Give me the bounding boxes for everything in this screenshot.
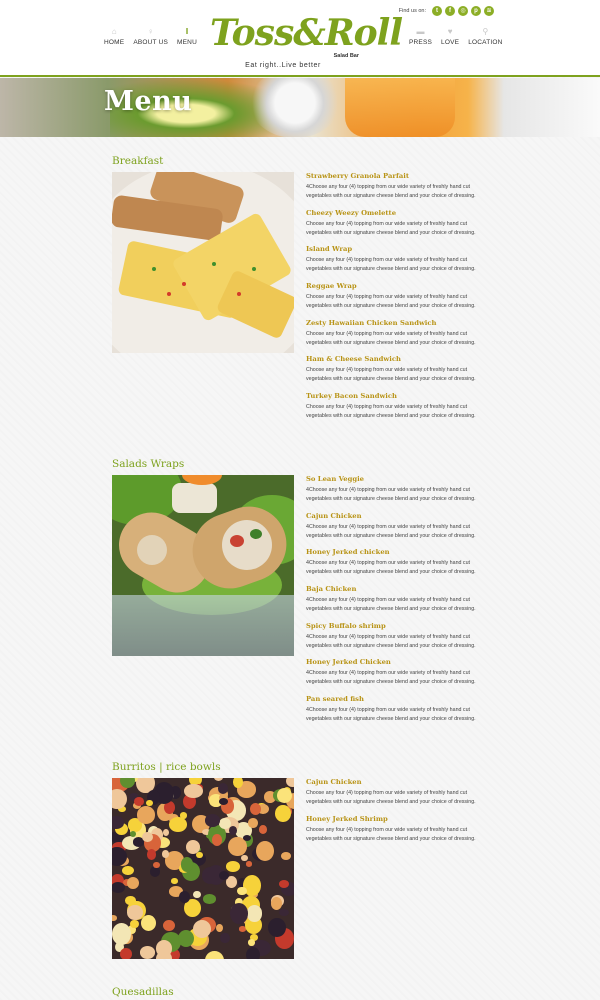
menu-item-description: Choose any four (4) topping from our wid… bbox=[306, 257, 476, 273]
menu-item-name[interactable]: Honey Jerked Chicken bbox=[306, 658, 496, 667]
menu-item-name[interactable]: Island Wrap bbox=[306, 245, 496, 254]
nav-right: ▬ PRESS ♥ LOVE ⚲ LOCATION bbox=[409, 26, 503, 46]
menu-item-name[interactable]: Reggae Wrap bbox=[306, 282, 496, 291]
nav-home-label: HOME bbox=[104, 39, 125, 46]
chat-icon: ▬ bbox=[416, 27, 425, 36]
section-title: Salads Wraps bbox=[112, 458, 185, 470]
menu-item-name[interactable]: Honey Jerked Shrimp bbox=[306, 815, 496, 824]
menu-item-name[interactable]: Baja Chicken bbox=[306, 585, 496, 594]
menu-item: Strawberry Granola Parfait 4Choose any fo… bbox=[306, 172, 496, 209]
pinterest-icon[interactable]: p bbox=[471, 6, 481, 16]
nav-love[interactable]: ♥ LOVE bbox=[441, 26, 459, 46]
nav-menu[interactable]: ǁ MENU bbox=[177, 26, 197, 46]
nav-press-label: PRESS bbox=[409, 39, 433, 46]
menu-item-name[interactable]: Cajun Chicken bbox=[306, 512, 496, 521]
nav-love-label: LOVE bbox=[441, 39, 460, 46]
nav-press[interactable]: ▬ PRESS bbox=[409, 26, 432, 46]
section-title-quesadillas: Quesadillas bbox=[112, 986, 174, 998]
site-header: ⌂ HOME ♀ ABOUT US ǁ MENU Toss&Roll Salad… bbox=[0, 0, 600, 77]
menu-item: Cajun Chicken Choose any four (4) topping… bbox=[306, 778, 496, 815]
menu-item-description: 4Choose any four (4) topping from our wi… bbox=[306, 523, 476, 539]
logo-script: Toss&Roll bbox=[210, 12, 403, 54]
menu-item-name[interactable]: So Lean Veggie bbox=[306, 475, 496, 484]
menu-item: Honey Jerked chicken 4Choose any four (4)… bbox=[306, 548, 496, 585]
section-salads-wraps: Salads Wraps So Lean Veggie 4Choose any f… bbox=[112, 457, 492, 722]
section-title: Burritos | rice bowls bbox=[112, 761, 221, 773]
breakfast-photo bbox=[112, 172, 294, 353]
menu-item: Spicy Buffalo shrimp 4Choose any four (4)… bbox=[306, 622, 496, 659]
menu-item-description: 4Choose any four (4) topping from our wi… bbox=[306, 670, 476, 686]
menu-item: Ham & Cheese Sandwich Choose any four (4)… bbox=[306, 355, 496, 392]
nav-location-label: LOCATION bbox=[468, 39, 503, 46]
burritos-photo bbox=[112, 778, 294, 959]
menu-item-description: 4Choose any four (4) topping from our wi… bbox=[306, 633, 476, 649]
heart-icon: ♥ bbox=[447, 27, 453, 36]
page-banner: Menu bbox=[0, 78, 600, 137]
menu-item-name[interactable]: Turkey Bacon Sandwich bbox=[306, 392, 496, 401]
logo-subtitle: Salad Bar bbox=[333, 53, 359, 59]
menu-item-description: Choose any four (4) topping from our wid… bbox=[306, 367, 476, 383]
section-burritos-rice-bowls: Burritos | rice bowls Cajun Chicken Choos… bbox=[112, 760, 492, 959]
menu-item-description: 4Choose any four (4) topping from our wi… bbox=[306, 184, 476, 199]
menu-item-description: Choose any four (4) topping from our wid… bbox=[306, 294, 476, 310]
menu-item: Cajun Chicken 4Choose any four (4) toppin… bbox=[306, 512, 496, 549]
person-icon: ♀ bbox=[147, 27, 154, 36]
menu-item: Reggae Wrap Choose any four (4) topping f… bbox=[306, 282, 496, 319]
instagram-icon[interactable]: ◎ bbox=[458, 6, 468, 16]
menu-item-name[interactable]: Strawberry Granola Parfait bbox=[306, 172, 496, 181]
rss-icon[interactable]: ≋ bbox=[484, 6, 494, 16]
menu-item-name[interactable]: Pan seared fish bbox=[306, 695, 496, 704]
find-us: Find us on: t f ◎ p ≋ bbox=[399, 6, 494, 16]
menu-item-description: Choose any four (4) topping from our wid… bbox=[306, 220, 476, 236]
nav-location[interactable]: ⚲ LOCATION bbox=[468, 26, 502, 46]
nav-home[interactable]: ⌂ HOME bbox=[104, 26, 124, 46]
nav-left: ⌂ HOME ♀ ABOUT US ǁ MENU bbox=[104, 26, 197, 46]
fork-knife-icon: ǁ bbox=[185, 27, 189, 36]
menu-item: Cheezy Weezy Omelette Choose any four (4)… bbox=[306, 209, 496, 246]
menu-item-name[interactable]: Zesty Hawaiian Chicken Sandwich bbox=[306, 319, 496, 328]
facebook-icon[interactable]: f bbox=[445, 6, 455, 16]
salads-wraps-item-list: So Lean Veggie 4Choose any four (4) toppi… bbox=[306, 475, 496, 732]
nav-about-us-label: ABOUT US bbox=[133, 39, 169, 46]
menu-item-description: Choose any four (4) topping from our wid… bbox=[306, 790, 476, 805]
salads-wraps-photo bbox=[112, 475, 294, 656]
house-icon: ⌂ bbox=[111, 27, 117, 36]
menu-item: Island Wrap Choose any four (4) topping f… bbox=[306, 245, 496, 282]
menu-item-name[interactable]: Cheezy Weezy Omelette bbox=[306, 209, 496, 218]
menu-item-name[interactable]: Spicy Buffalo shrimp bbox=[306, 622, 496, 631]
menu-item: Zesty Hawaiian Chicken Sandwich Choose an… bbox=[306, 319, 496, 356]
menu-item: Baja Chicken 4Choose any four (4) topping… bbox=[306, 585, 496, 622]
menu-item-name[interactable]: Honey Jerked chicken bbox=[306, 548, 496, 557]
breakfast-item-list: Strawberry Granola Parfait 4Choose any fo… bbox=[306, 172, 496, 429]
page-title: Menu bbox=[104, 86, 193, 117]
menu-item: Turkey Bacon Sandwich Choose any four (4)… bbox=[306, 392, 496, 429]
menu-item: So Lean Veggie 4Choose any four (4) toppi… bbox=[306, 475, 496, 512]
menu-item: Honey Jerked Chicken 4Choose any four (4)… bbox=[306, 658, 496, 695]
menu-item-description: 4Choose any four (4) topping from our wi… bbox=[306, 597, 476, 613]
site-logo[interactable]: Toss&Roll Salad Bar Eat right..Live bett… bbox=[208, 12, 403, 74]
section-breakfast: Breakfast Strawberry Granola Parfait 4Cho… bbox=[112, 154, 492, 419]
menu-item-description: Choose any four (4) topping from our wid… bbox=[306, 826, 476, 842]
menu-item-description: 4Choose any four (4) topping from our wi… bbox=[306, 487, 476, 502]
banner-drink-image bbox=[345, 78, 455, 137]
logo-tagline: Eat right..Live better bbox=[245, 62, 321, 69]
menu-item-description: 4Choose any four (4) topping from our wi… bbox=[306, 707, 476, 723]
find-us-label: Find us on: bbox=[398, 8, 426, 14]
menu-item-name[interactable]: Ham & Cheese Sandwich bbox=[306, 355, 496, 364]
menu-item-name[interactable]: Cajun Chicken bbox=[306, 778, 496, 787]
nav-about-us[interactable]: ♀ ABOUT US bbox=[133, 26, 168, 46]
menu-item-description: Choose any four (4) topping from our wid… bbox=[306, 404, 476, 420]
menu-item-description: 4Choose any four (4) topping from our wi… bbox=[306, 560, 476, 576]
nav-menu-label: MENU bbox=[177, 39, 197, 46]
menu-item: Pan seared fish 4Choose any four (4) topp… bbox=[306, 695, 496, 732]
menu-item: Honey Jerked Shrimp Choose any four (4) t… bbox=[306, 815, 496, 852]
pin-icon: ⚲ bbox=[482, 27, 489, 36]
menu-item-description: Choose any four (4) topping from our wid… bbox=[306, 330, 476, 346]
burritos-item-list: Cajun Chicken Choose any four (4) topping… bbox=[306, 778, 496, 851]
banner-plate-image bbox=[250, 78, 340, 137]
section-title: Breakfast bbox=[112, 155, 164, 167]
twitter-icon[interactable]: t bbox=[432, 6, 442, 16]
